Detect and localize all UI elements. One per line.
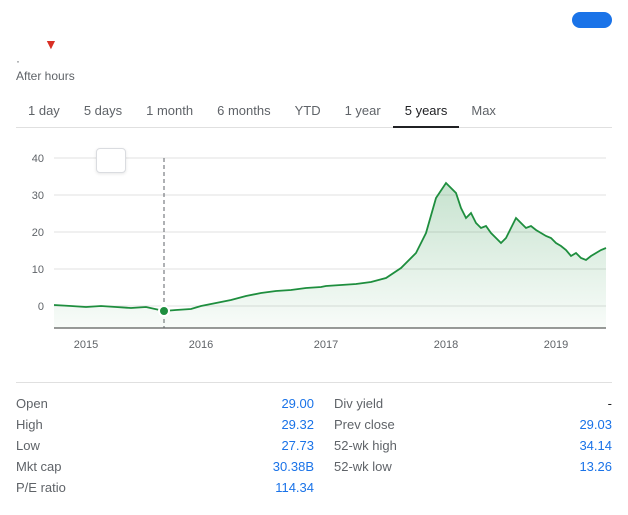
- stat-value: 13.26: [579, 459, 612, 474]
- stat-value: 34.14: [579, 438, 612, 453]
- stat-value: 29.32: [281, 417, 314, 432]
- tab-max[interactable]: Max: [459, 95, 508, 128]
- stat-row: Div yield -: [314, 393, 612, 414]
- stat-label: Open: [16, 396, 48, 411]
- follow-button[interactable]: [572, 12, 612, 28]
- stat-label: 52-wk low: [334, 459, 392, 474]
- svg-text:20: 20: [32, 227, 44, 239]
- svg-text:2016: 2016: [189, 339, 213, 351]
- tab-5-days[interactable]: 5 days: [72, 95, 134, 128]
- stats-right: Div yield - Prev close 29.03 52-wk high 34.14…: [314, 393, 612, 498]
- stat-row: Open 29.00: [16, 393, 314, 414]
- svg-text:40: 40: [32, 153, 44, 165]
- stats-table: Open 29.00 High 29.32 Low 27.73 Mkt cap 30.38B P…: [16, 382, 612, 510]
- stat-row: Prev close 29.03: [314, 414, 612, 435]
- stat-row: P/E ratio 114.34: [16, 477, 314, 498]
- svg-text:0: 0: [38, 301, 44, 313]
- stat-row: High 29.32: [16, 414, 314, 435]
- price-row: ▼: [16, 36, 612, 52]
- stat-row: 52-wk high 34.14: [314, 435, 612, 456]
- stat-row: Low 27.73: [16, 435, 314, 456]
- time-tabs: 1 day5 days1 month6 monthsYTD1 year5 yea…: [16, 95, 612, 128]
- svg-text:2018: 2018: [434, 339, 458, 351]
- down-arrow-icon: ▼: [44, 36, 58, 52]
- stat-value: 114.34: [275, 480, 314, 495]
- stat-value: 30.38B: [273, 459, 314, 474]
- stats-left: Open 29.00 High 29.32 Low 27.73 Mkt cap 30.38B P…: [16, 393, 314, 498]
- svg-text:2017: 2017: [314, 339, 338, 351]
- stat-value: -: [608, 396, 612, 411]
- stat-row: Mkt cap 30.38B: [16, 456, 314, 477]
- svg-text:2015: 2015: [74, 339, 98, 351]
- stat-label: Prev close: [334, 417, 395, 432]
- chart-tooltip: [96, 148, 126, 173]
- stat-value: 29.00: [281, 396, 314, 411]
- stat-value: 27.73: [281, 438, 314, 453]
- close-info: ·: [16, 54, 612, 68]
- tab-1-year[interactable]: 1 year: [333, 95, 393, 128]
- tab-1-month[interactable]: 1 month: [134, 95, 205, 128]
- stat-label: Low: [16, 438, 40, 453]
- tab-5-years[interactable]: 5 years: [393, 95, 460, 128]
- stat-label: Div yield: [334, 396, 383, 411]
- tab-6-months[interactable]: 6 months: [205, 95, 282, 128]
- svg-text:2019: 2019: [544, 339, 568, 351]
- stock-chart: 40 30 20 10 0 2015 2016 2017 2018 2019: [16, 138, 612, 368]
- tab-1-day[interactable]: 1 day: [16, 95, 72, 128]
- svg-text:30: 30: [32, 190, 44, 202]
- svg-text:10: 10: [32, 264, 44, 276]
- stat-label: High: [16, 417, 43, 432]
- tab-ytd[interactable]: YTD: [283, 95, 333, 128]
- stat-label: 52-wk high: [334, 438, 397, 453]
- stat-label: P/E ratio: [16, 480, 66, 495]
- stat-label: Mkt cap: [16, 459, 62, 474]
- stat-row: 52-wk low 13.26: [314, 456, 612, 477]
- after-hours: After hours: [16, 69, 612, 83]
- stat-value: 29.03: [579, 417, 612, 432]
